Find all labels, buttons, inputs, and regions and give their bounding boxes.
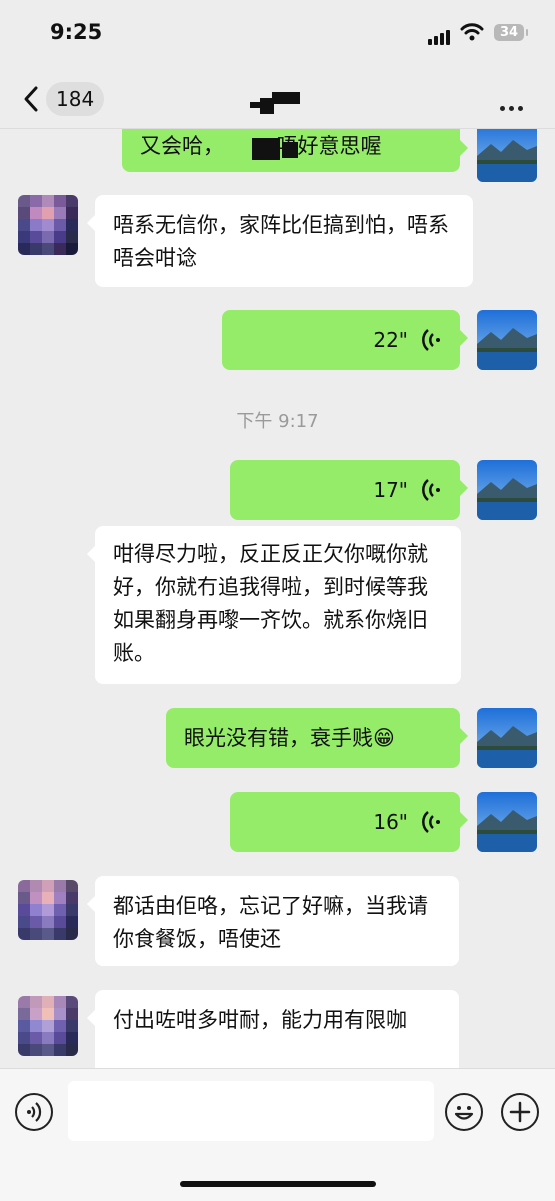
- voice-duration: 17": [373, 477, 408, 502]
- voice-wave-icon: [422, 811, 440, 833]
- voice-message-bubble[interactable]: 22": [222, 310, 468, 370]
- back-button[interactable]: [20, 84, 44, 114]
- time-divider: 下午 9:17: [236, 411, 319, 432]
- message-bubble[interactable]: 咁得尽力啦，反正反正欠你嘅你就好，你就冇追我得啦，到时候等我如果翻身再嚟一齐饮。…: [87, 526, 461, 684]
- message-text: 唔系无信你，家阵比佢搞到怕，唔系唔会咁谂: [113, 213, 449, 270]
- chat-area[interactable]: 又会哈， 唔好意思喔 唔系无信你，家阵比佢搞到怕，唔系唔会咁谂 22" 下午 9…: [0, 0, 555, 1068]
- message-text: 咁得尽力啦，反正反正欠你嘅你就好，你就冇追我得啦，到时候等我如果翻身再嚟一齐饮。…: [113, 542, 428, 665]
- grinning-emoji-icon: 😁: [373, 726, 395, 750]
- message-bubble[interactable]: 都话由佢咯，忘记了好嘛，当我请你食餐饭，唔使还: [87, 876, 459, 966]
- pixelated-avatar-image: [18, 996, 78, 1056]
- voice-duration: 16": [373, 809, 408, 834]
- scenery-image: [477, 122, 537, 182]
- voice-mode-icon: [27, 1102, 42, 1122]
- chat-header: 184: [0, 70, 555, 129]
- scenery-image: [477, 792, 537, 852]
- more-actions-button[interactable]: [501, 1093, 539, 1131]
- voice-wave-icon: [422, 479, 440, 501]
- emoji-button[interactable]: [445, 1093, 483, 1131]
- message-bubble[interactable]: 付出咗咁多咁耐，能力用有限咖: [87, 990, 459, 1068]
- message-bubble[interactable]: 眼光没有错，衰手贱😁: [166, 708, 468, 768]
- redaction-mask: [252, 138, 280, 160]
- my-avatar[interactable]: [477, 708, 537, 768]
- my-avatar[interactable]: [477, 122, 537, 182]
- message-bubble[interactable]: 唔系无信你，家阵比佢搞到怕，唔系唔会咁谂: [87, 195, 473, 287]
- scenery-image: [477, 708, 537, 768]
- redacted-contact-name: [250, 92, 300, 114]
- my-avatar[interactable]: [477, 792, 537, 852]
- more-options-button[interactable]: [500, 96, 527, 115]
- voice-message-bubble[interactable]: 16": [230, 792, 468, 852]
- message-input[interactable]: [68, 1081, 434, 1141]
- scenery-image: [477, 460, 537, 520]
- my-avatar[interactable]: [477, 460, 537, 520]
- scenery-image: [477, 310, 537, 370]
- message-text: 眼光没有错，衰手贱: [184, 726, 373, 750]
- my-avatar[interactable]: [477, 310, 537, 370]
- back-chevron-icon: [24, 86, 38, 112]
- contact-avatar[interactable]: [18, 996, 78, 1056]
- message-text: 付出咗咁多咁耐，能力用有限咖: [113, 1008, 407, 1032]
- unread-count-badge[interactable]: 184: [46, 82, 105, 116]
- contact-avatar[interactable]: [18, 880, 78, 940]
- voice-message-bubble[interactable]: 17": [230, 460, 468, 520]
- plus-icon: [509, 1101, 531, 1123]
- redaction-mask: [282, 142, 298, 158]
- message-text: 都话由佢咯，忘记了好嘛，当我请你食餐饭，唔使还: [113, 894, 428, 951]
- voice-wave-icon: [422, 329, 440, 351]
- voice-duration: 22": [373, 327, 408, 352]
- emoji-icon: [454, 1106, 474, 1120]
- pixelated-avatar-image: [18, 195, 78, 255]
- pixelated-avatar-image: [18, 880, 78, 940]
- more-dots-icon: [500, 96, 527, 115]
- home-indicator[interactable]: [180, 1181, 376, 1187]
- contact-avatar[interactable]: [18, 195, 78, 255]
- voice-mode-button[interactable]: [15, 1093, 53, 1131]
